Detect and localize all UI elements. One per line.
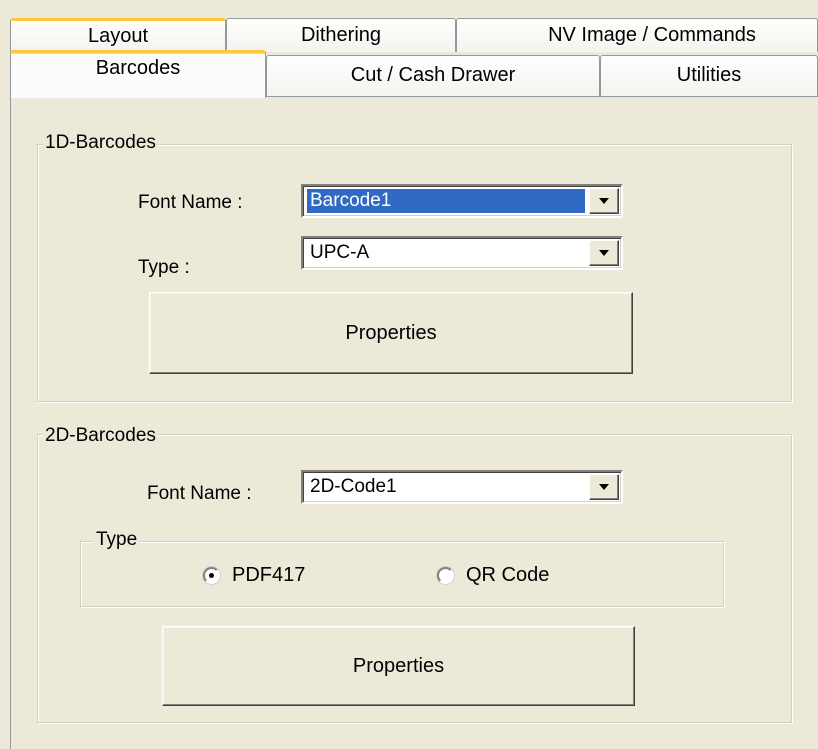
tab-utilities[interactable]: Utilities [600,55,818,96]
properties-button-1d[interactable]: Properties [149,292,633,374]
tab-dithering[interactable]: Dithering [226,18,456,52]
radio-icon[interactable] [203,567,220,584]
tab-nv-image-commands-label: NV Image / Commands [548,24,756,46]
tab-dithering-label: Dithering [300,24,382,46]
tab-nv-image-commands[interactable]: NV Image / Commands [456,18,818,52]
chevron-down-icon[interactable] [589,188,619,214]
radio-pdf417-label: PDF417 [232,564,306,586]
font-name-label-1d: Font Name : [138,192,243,213]
chevron-down-icon[interactable] [589,240,619,266]
tab-layout[interactable]: Layout [10,18,226,52]
properties-button-2d[interactable]: Properties [162,626,635,706]
group-2d-type-title: Type [94,529,140,551]
group-2d-barcodes-title: 2D-Barcodes [43,425,158,447]
group-2d-type [80,541,724,607]
radio-qr-code[interactable]: QR Code [437,564,549,587]
font-name-value-1d: Barcode1 [307,189,585,213]
type-value-1d: UPC-A [310,242,370,263]
tab-cut-cash-drawer[interactable]: Cut / Cash Drawer [266,55,600,96]
group-1d-barcodes-title: 1D-Barcodes [43,132,158,154]
font-name-value-2d: 2D-Code1 [310,476,397,497]
font-name-select-1d[interactable]: Barcode1 [301,184,623,218]
tab-barcodes[interactable]: Barcodes [10,50,266,98]
tab-cut-cash-drawer-label: Cut / Cash Drawer [350,63,516,86]
radio-qr-code-label: QR Code [466,564,550,586]
type-select-1d[interactable]: UPC-A [301,236,623,270]
tab-barcodes-label: Barcodes [95,57,181,79]
font-name-label-2d: Font Name : [147,483,252,504]
font-name-select-2d[interactable]: 2D-Code1 [301,470,623,504]
tab-utilities-label: Utilities [676,63,742,86]
radio-pdf417[interactable]: PDF417 [203,564,305,587]
radio-icon[interactable] [437,567,454,584]
tab-content-panel: 1D-Barcodes Font Name : Barcode1 Type : … [10,96,818,749]
chevron-down-icon[interactable] [589,474,619,500]
tab-layout-label: Layout [87,25,149,47]
type-label-1d: Type : [138,257,190,278]
